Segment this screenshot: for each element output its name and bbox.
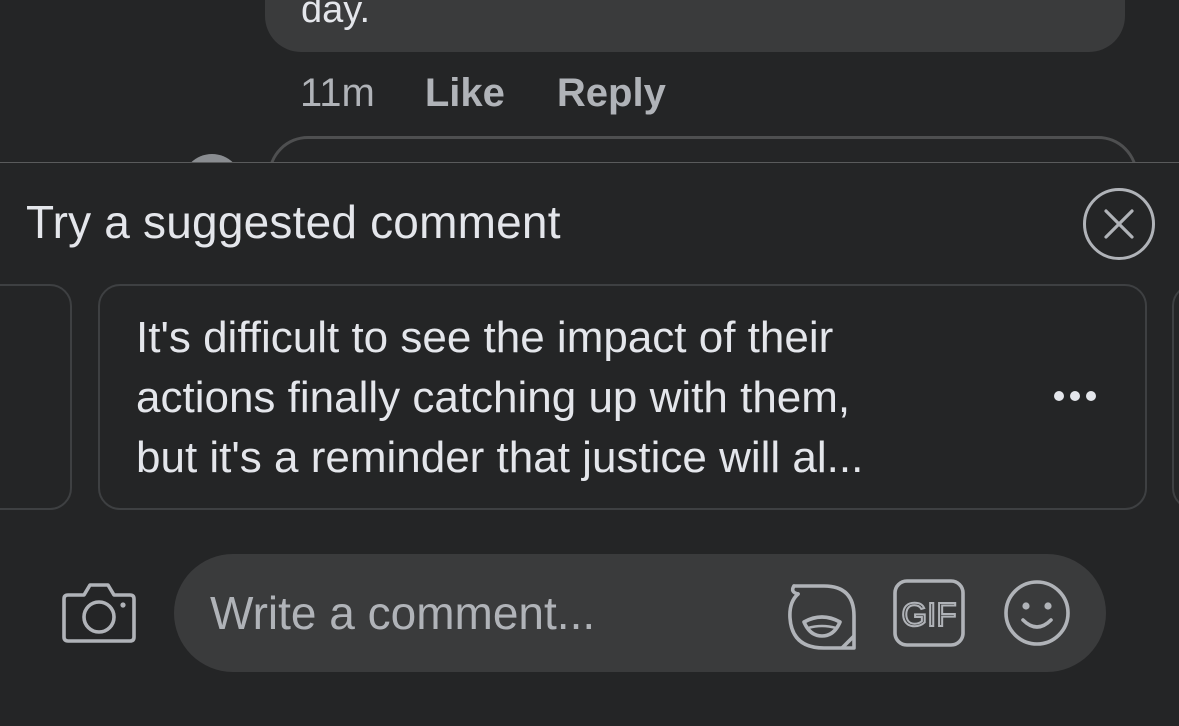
more-dots-icon — [1054, 391, 1096, 401]
suggestion-line: but it's a reminder that justice will al… — [136, 433, 864, 482]
close-icon — [1104, 209, 1134, 239]
comment-composer: GIF — [174, 554, 1106, 672]
suggestion-line: actions finally catching up with them, — [136, 373, 851, 422]
gif-label: GIF — [902, 596, 957, 633]
emoji-icon — [1004, 580, 1070, 646]
reply-button[interactable]: Reply — [557, 71, 666, 116]
comment-actions: 11m Like Reply — [300, 66, 718, 120]
close-button[interactable] — [1083, 188, 1155, 260]
sticker-icon — [788, 584, 856, 650]
suggestion-line: It's difficult to see the impact of thei… — [136, 313, 834, 362]
camera-icon — [62, 583, 136, 643]
camera-button[interactable] — [60, 577, 138, 647]
more-options-button[interactable] — [1048, 376, 1102, 416]
comment-text: day. — [301, 0, 371, 31]
suggestion-card-next[interactable] — [1172, 284, 1179, 510]
comment-bubble: day. — [265, 0, 1125, 52]
sheet-title: Try a suggested comment — [26, 196, 561, 248]
comment-timestamp: 11m — [300, 70, 375, 115]
suggestion-card-previous[interactable] — [0, 284, 72, 510]
suggestion-text: It's difficult to see the impact of thei… — [136, 308, 1016, 488]
suggested-comment-sheet: Try a suggested comment It's difficult t… — [0, 162, 1179, 726]
comment-screen: day. 11m Like Reply Try a suggested comm… — [0, 0, 1179, 726]
suggestion-card[interactable]: It's difficult to see the impact of thei… — [98, 284, 1147, 510]
like-button[interactable]: Like — [425, 71, 505, 116]
sticker-button[interactable] — [784, 578, 860, 654]
gif-icon: GIF — [893, 579, 965, 647]
gif-button[interactable]: GIF — [892, 578, 966, 648]
comment-input[interactable] — [210, 582, 770, 644]
emoji-button[interactable] — [1002, 578, 1072, 648]
